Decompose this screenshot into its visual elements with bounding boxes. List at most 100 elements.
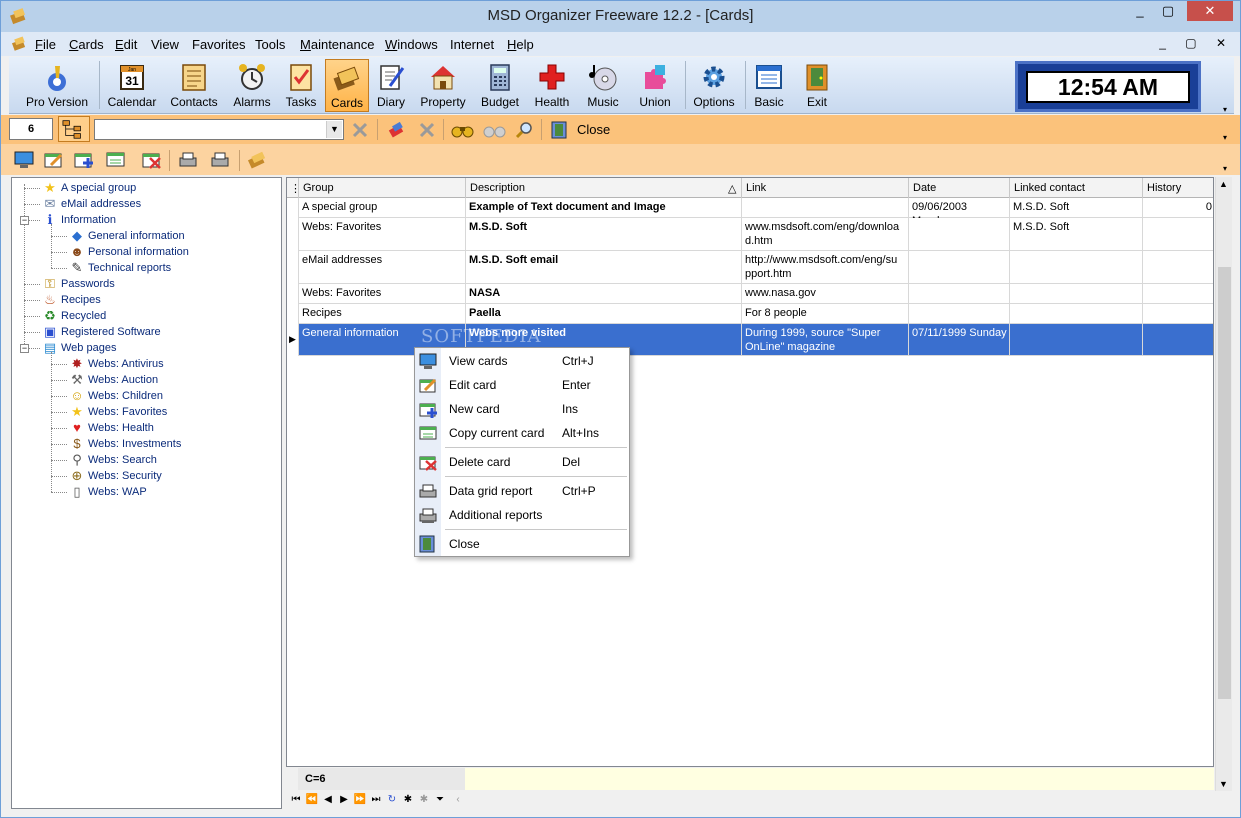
toolbar-health-button[interactable]: Health — [527, 59, 577, 112]
cell-contact[interactable] — [1010, 324, 1143, 356]
cell-link[interactable] — [742, 198, 909, 218]
menu-maintenance[interactable]: Maintenance — [300, 37, 374, 52]
toolbar-music-button[interactable]: Music — [579, 59, 627, 112]
binoculars-next-icon[interactable] — [483, 120, 507, 140]
tree-node[interactable]: ⚲ Webs: Search — [69, 452, 157, 468]
tree-view-button[interactable] — [58, 116, 90, 142]
cell-contact[interactable] — [1010, 284, 1143, 304]
cell-history[interactable] — [1143, 218, 1213, 251]
edit-card-icon[interactable] — [43, 150, 65, 170]
cell-contact[interactable]: M.S.D. Soft — [1010, 218, 1143, 251]
context-menu-item-edit-card[interactable]: Edit card Enter — [415, 374, 629, 396]
toolbar-property-button[interactable]: Property — [419, 59, 467, 112]
toolbar-pro-version-button[interactable]: Pro Version — [13, 59, 101, 112]
tree-node[interactable]: ★ Webs: Favorites — [69, 404, 167, 420]
binoculars-icon[interactable] — [451, 120, 475, 140]
scroll-down-icon[interactable]: ▼ — [1219, 779, 1228, 789]
cell-group[interactable]: Recipes — [299, 304, 466, 324]
tree-collapse-toggle[interactable]: − — [20, 216, 29, 225]
tree-node[interactable]: ◆ General information — [69, 228, 185, 244]
cell-description[interactable]: M.S.D. Soft email — [466, 251, 742, 284]
menu-cards[interactable]: Cards — [69, 37, 104, 52]
insert-record-icon[interactable]: ✱ — [400, 792, 416, 808]
cell-description[interactable]: NASA — [466, 284, 742, 304]
refresh-icon[interactable]: ↻ — [384, 792, 400, 808]
tree-node[interactable]: ♨ Recipes — [42, 292, 101, 308]
maximize-button[interactable]: ▢ — [1151, 1, 1185, 21]
cell-date[interactable]: 07/11/1999 Sunday — [909, 324, 1010, 356]
toolbar-union-button[interactable]: Union — [631, 59, 679, 112]
tree-node[interactable]: ⊕ Webs: Security — [69, 468, 162, 484]
column-header-group[interactable]: Group — [303, 182, 334, 194]
cell-description[interactable]: M.S.D. Soft — [466, 218, 742, 251]
close-door-icon[interactable] — [550, 120, 570, 140]
cell-link[interactable]: www.msdsoft.com/eng/downloa d.htm — [742, 218, 909, 251]
cell-group[interactable]: eMail addresses — [299, 251, 466, 284]
menu-help[interactable]: Help — [507, 37, 534, 52]
chevron-down-icon[interactable]: ▼ — [326, 121, 342, 138]
monitor-icon[interactable] — [13, 150, 35, 170]
toolbar-alarms-button[interactable]: Alarms — [227, 59, 277, 112]
tree-node[interactable]: ✎ Technical reports — [69, 260, 172, 276]
magnifier-icon[interactable] — [515, 120, 535, 140]
cell-history[interactable] — [1143, 251, 1213, 284]
context-menu-item-additional-reports[interactable]: Additional reports — [415, 504, 629, 526]
tree-node[interactable]: ✉ eMail addresses — [42, 196, 142, 212]
cell-history[interactable] — [1143, 284, 1213, 304]
menu-file[interactable]: File — [35, 37, 56, 52]
cell-link[interactable]: During 1999, source "Super OnLine" magaz… — [742, 324, 909, 356]
toolbar-budget-button[interactable]: Budget — [475, 59, 525, 112]
close-window-button[interactable]: ✕ — [1187, 1, 1233, 21]
first-record-icon[interactable]: ⏮ — [288, 792, 304, 808]
copy-card-icon[interactable] — [105, 150, 127, 170]
cell-contact[interactable]: M.S.D. Soft — [1010, 198, 1143, 218]
toolbar-cards-button[interactable]: Cards — [325, 59, 369, 112]
scroll-up-icon[interactable]: ▲ — [1219, 179, 1228, 189]
column-header-link[interactable]: Link — [746, 182, 766, 194]
column-header-description[interactable]: Description — [470, 182, 525, 194]
toolbar-calendar-button[interactable]: Jan 31 Calendar — [103, 59, 161, 112]
toolbar-options-button[interactable]: Options — [689, 59, 739, 112]
column-chooser-icon[interactable]: ⋮ — [290, 182, 301, 195]
toolbar-overflow-icon[interactable]: ▾ — [1223, 105, 1227, 114]
context-menu-item-view-cards[interactable]: View cards Ctrl+J — [415, 350, 629, 372]
cell-group[interactable]: Webs: Favorites — [299, 284, 466, 304]
printer-reports-icon[interactable] — [209, 150, 231, 170]
tree-node[interactable]: $ Webs: Investments — [69, 436, 181, 452]
clear-filter-icon[interactable] — [350, 120, 370, 140]
menu-edit[interactable]: Edit — [115, 37, 137, 52]
toolbar-tasks-button[interactable]: Tasks — [279, 59, 323, 112]
context-menu-item-delete-card[interactable]: Delete card Del — [415, 451, 629, 473]
context-menu-item-new-card[interactable]: New card Ins — [415, 398, 629, 420]
toolbar-exit-button[interactable]: Exit — [793, 59, 841, 112]
tree-node[interactable]: ♻ Recycled — [42, 308, 106, 324]
cell-history[interactable] — [1143, 324, 1213, 356]
close-label[interactable]: Close — [577, 122, 610, 137]
scroll-left-icon[interactable]: ‹ — [450, 792, 466, 808]
filter-eraser-icon[interactable] — [387, 120, 407, 140]
column-header-history[interactable]: History — [1147, 182, 1181, 194]
cell-description[interactable]: Example of Text document and Image — [466, 198, 742, 218]
tree-node[interactable]: ☺ Webs: Children — [69, 388, 163, 404]
tree-node[interactable]: ▤ Web pages — [42, 340, 117, 356]
cell-date[interactable]: 09/06/2003 Monday — [909, 198, 1010, 218]
menu-windows[interactable]: Windows — [385, 37, 438, 52]
menu-view[interactable]: View — [151, 37, 179, 52]
title-bar[interactable]: MSD Organizer Freeware 12.2 - [Cards] _ … — [1, 1, 1240, 32]
scroll-thumb[interactable] — [1218, 267, 1231, 699]
tree-node[interactable]: ▣ Registered Software — [42, 324, 161, 340]
toolbar-basic-button[interactable]: Basic — [747, 59, 791, 112]
printer-icon[interactable] — [177, 150, 199, 170]
cell-group[interactable]: Webs: Favorites — [299, 218, 466, 251]
tree-node[interactable]: ▯ Webs: WAP — [69, 484, 146, 500]
tree-node[interactable]: ⚒ Webs: Auction — [69, 372, 158, 388]
cell-date[interactable] — [909, 284, 1010, 304]
cell-history[interactable]: 0 — [1143, 198, 1213, 218]
cell-history[interactable] — [1143, 304, 1213, 324]
new-card-icon[interactable] — [73, 150, 95, 170]
tree-node[interactable]: ☻ Personal information — [69, 244, 189, 260]
group-tree[interactable]: ★ A special group ✉ eMail addresses ℹ Informa… — [11, 177, 282, 809]
cell-link[interactable]: For 8 people — [742, 304, 909, 324]
prior-page-icon[interactable]: ⏪ — [304, 792, 320, 808]
last-record-icon[interactable]: ⏭ — [368, 792, 384, 808]
